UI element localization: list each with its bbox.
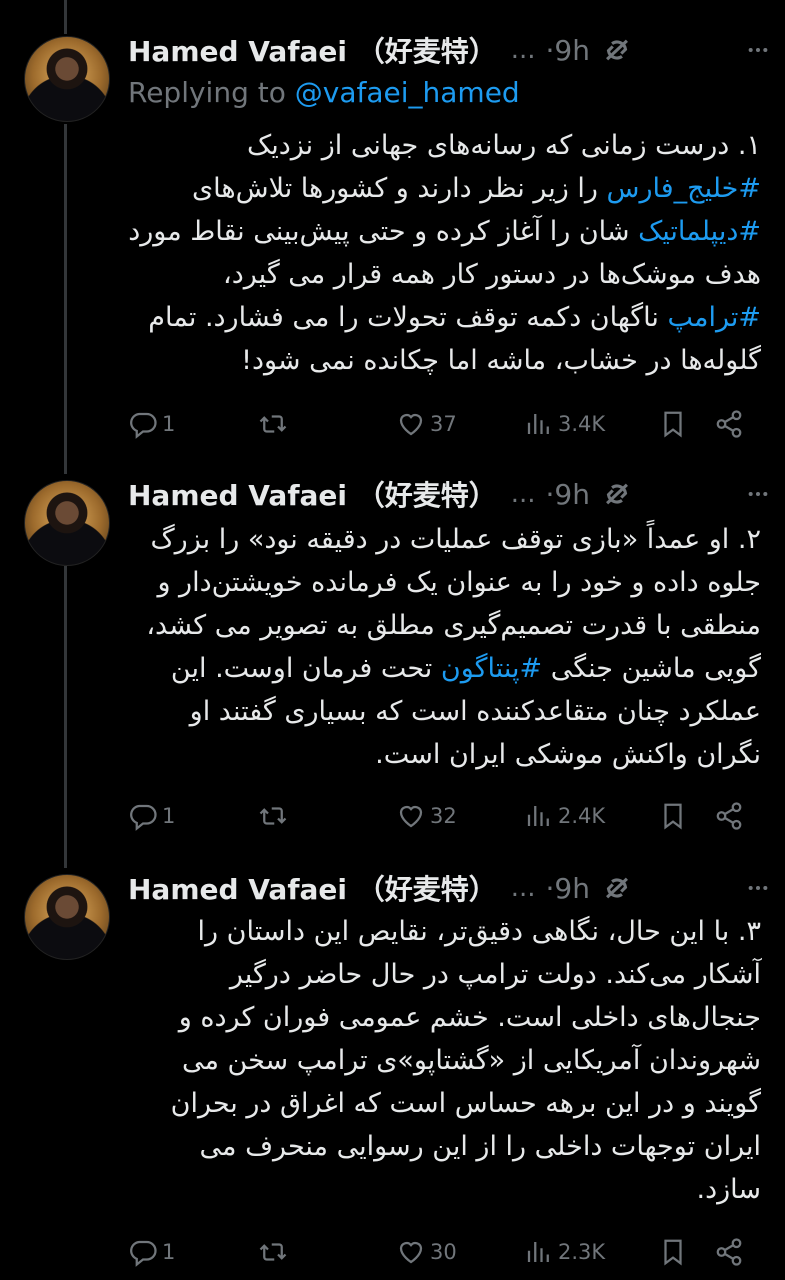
repost-button[interactable] bbox=[258, 1230, 288, 1274]
bookmark-button[interactable] bbox=[658, 402, 688, 446]
share-button[interactable] bbox=[714, 402, 744, 446]
views-button[interactable]: 3.4K bbox=[524, 402, 605, 446]
tweet-text-segment: ۱. درست زمانی که رسانه‌های جهانی از نزدی… bbox=[247, 130, 761, 161]
name-truncation: ... bbox=[510, 35, 536, 65]
share-button[interactable] bbox=[714, 1230, 744, 1274]
hashtag-link[interactable]: #دیپلماتیک bbox=[638, 216, 761, 247]
like-button[interactable]: 32 bbox=[396, 794, 457, 838]
repost-icon bbox=[259, 1243, 287, 1261]
tweet-text-segment: ۳. با این حال، نگاهی دقیق‌تر، نقایص این … bbox=[170, 916, 761, 1205]
tweet-text-segment: را زیر نظر دارند و کشورها تلاش‌های bbox=[192, 173, 607, 204]
more-icon[interactable] bbox=[747, 30, 769, 70]
timestamp[interactable]: ·9h bbox=[546, 478, 590, 511]
views-chart-icon bbox=[527, 806, 549, 826]
author-name[interactable]: Hamed Vafaei （好麦特） bbox=[128, 30, 497, 70]
tweet-header: Hamed Vafaei （好麦特） ... ·9h bbox=[128, 30, 771, 70]
grok-icon[interactable] bbox=[600, 477, 634, 511]
author-name[interactable]: Hamed Vafaei （好麦特） bbox=[128, 868, 497, 908]
tweet[interactable]: Hamed Vafaei （好麦特） ... ·9h ۳. با این حال… bbox=[0, 864, 785, 1280]
action-bar: 1 37 3.4K bbox=[128, 402, 758, 446]
like-button[interactable]: 30 bbox=[396, 1230, 457, 1274]
like-count: 32 bbox=[430, 804, 457, 828]
more-icon[interactable] bbox=[747, 474, 769, 514]
heart-icon bbox=[399, 1241, 423, 1264]
share-icon bbox=[716, 1238, 742, 1266]
reply-icon bbox=[130, 1240, 157, 1267]
grok-icon[interactable] bbox=[600, 33, 634, 67]
action-bar: 1 32 2.4K bbox=[128, 794, 758, 838]
avatar[interactable] bbox=[24, 480, 110, 566]
action-bar: 1 30 2.3K bbox=[128, 1230, 758, 1274]
reply-count: 1 bbox=[162, 412, 176, 436]
replying-to: Replying to @vafaei_hamed bbox=[128, 76, 520, 109]
timestamp[interactable]: ·9h bbox=[546, 872, 590, 905]
share-button[interactable] bbox=[714, 794, 744, 838]
heart-icon bbox=[399, 413, 423, 436]
more-icon[interactable] bbox=[747, 868, 769, 908]
name-truncation: ... bbox=[510, 479, 536, 509]
timestamp[interactable]: ·9h bbox=[546, 34, 590, 67]
avatar[interactable] bbox=[24, 36, 110, 122]
heart-icon bbox=[399, 805, 423, 828]
reply-count: 1 bbox=[162, 804, 176, 828]
tweet-text: ۱. درست زمانی که رسانه‌های جهانی از نزدی… bbox=[128, 124, 761, 382]
reply-button[interactable]: 1 bbox=[128, 402, 175, 446]
repost-button[interactable] bbox=[258, 794, 288, 838]
tweet[interactable]: Hamed Vafaei （好麦特） ... ·9h Replying to @… bbox=[0, 0, 785, 470]
views-count: 2.4K bbox=[558, 804, 606, 828]
hashtag-link[interactable]: #خلیج_فارس bbox=[607, 173, 761, 204]
bookmark-icon bbox=[664, 411, 682, 438]
replying-prefix: Replying to bbox=[128, 76, 286, 109]
reply-count: 1 bbox=[162, 1240, 176, 1264]
repost-icon bbox=[259, 807, 287, 825]
name-truncation: ... bbox=[510, 873, 536, 903]
tweet-text: ۳. با این حال، نگاهی دقیق‌تر، نقایص این … bbox=[128, 910, 761, 1211]
avatar[interactable] bbox=[24, 874, 110, 960]
views-button[interactable]: 2.3K bbox=[524, 1230, 605, 1274]
reply-icon bbox=[130, 412, 157, 439]
like-button[interactable]: 37 bbox=[396, 402, 457, 446]
repost-icon bbox=[259, 415, 287, 433]
reply-button[interactable]: 1 bbox=[128, 794, 175, 838]
share-icon bbox=[716, 802, 742, 830]
reply-handle-link[interactable]: @vafaei_hamed bbox=[295, 76, 520, 109]
like-count: 30 bbox=[430, 1240, 457, 1264]
views-count: 3.4K bbox=[558, 412, 606, 436]
reply-button[interactable]: 1 bbox=[128, 1230, 175, 1274]
author-name[interactable]: Hamed Vafaei （好麦特） bbox=[128, 474, 497, 514]
bookmark-button[interactable] bbox=[658, 1230, 688, 1274]
tweet-header: Hamed Vafaei （好麦特） ... ·9h bbox=[128, 474, 771, 514]
views-chart-icon bbox=[527, 1242, 549, 1262]
share-icon bbox=[716, 410, 742, 438]
bookmark-button[interactable] bbox=[658, 794, 688, 838]
tweet-header: Hamed Vafaei （好麦特） ... ·9h bbox=[128, 868, 771, 908]
repost-button[interactable] bbox=[258, 402, 288, 446]
hashtag-link[interactable]: #ترامپ bbox=[667, 302, 761, 333]
views-count: 2.3K bbox=[558, 1240, 606, 1264]
bookmark-icon bbox=[664, 1239, 682, 1266]
tweet[interactable]: Hamed Vafaei （好麦特） ... ·9h ۲. او عمداً «… bbox=[0, 470, 785, 864]
tweet-text: ۲. او عمداً «بازی توقف عملیات در دقیقه ن… bbox=[128, 518, 761, 776]
views-button[interactable]: 2.4K bbox=[524, 794, 605, 838]
like-count: 37 bbox=[430, 412, 457, 436]
bookmark-icon bbox=[664, 803, 682, 830]
grok-icon[interactable] bbox=[600, 871, 634, 905]
hashtag-link[interactable]: #پنتاگون bbox=[441, 653, 542, 684]
reply-icon bbox=[130, 804, 157, 831]
views-chart-icon bbox=[527, 414, 549, 434]
